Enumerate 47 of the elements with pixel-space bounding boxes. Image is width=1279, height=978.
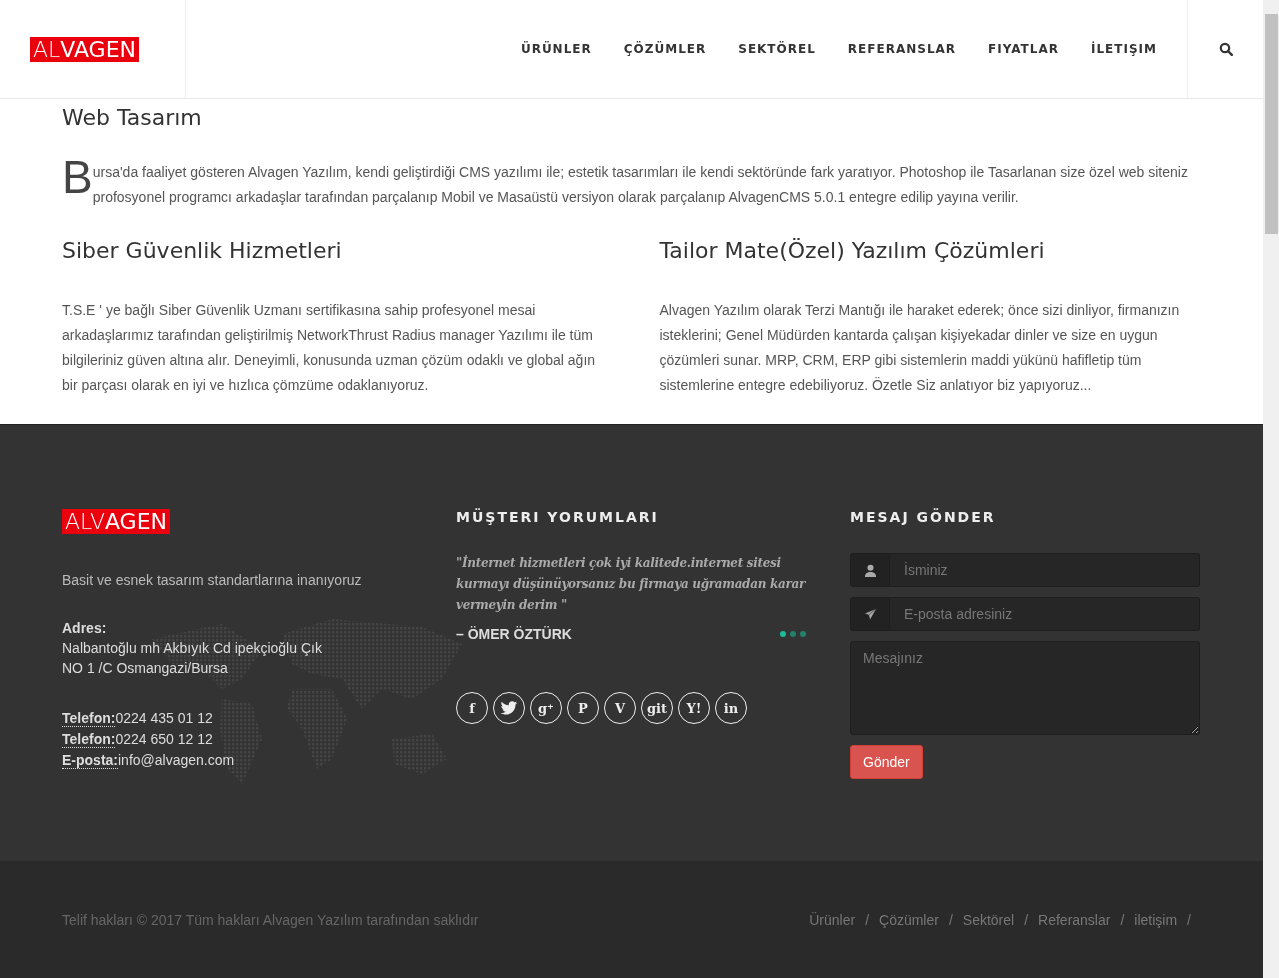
section-title: Web Tasarım: [62, 105, 203, 130]
carousel-dot[interactable]: [790, 631, 796, 637]
separator: /: [865, 911, 869, 928]
copyright-text: Telif hakları © 2017 Tüm hakları Alvagen Yazılım tarafından saklıdır: [62, 911, 479, 928]
feature-title: Siber Güvenlik Hizmetleri: [62, 238, 343, 263]
search-icon[interactable]: [1218, 42, 1233, 56]
contact-label: E-posta:: [62, 752, 118, 769]
contact-label: Telefon:: [62, 731, 116, 748]
person-icon: [863, 563, 877, 577]
address-line: NO 1 /C Osmangazi/Bursa: [62, 659, 229, 678]
carousel-dot[interactable]: [780, 631, 786, 637]
contact-value: info@alvagen.com: [118, 752, 235, 768]
intro-paragraph: ursa'da faaliyet gösteren Alvagen Yazılım, kendi geliştirdiği CMS yazılımı ile; estetik tasarımları ile kendi sektöründe fark yaratıyor. Photoshop ile Tasarlanan size özel web siteniz profosyonel programcı arkadaşlar tarafından parçalanıp Mobil ve Masaüstü versiyon olarak parçalanıp AlvagenCMS 5.0.1 entegre edilip yayına verilir.: [92, 164, 1189, 207]
alvagen-logo[interactable]: ALVAGEN: [30, 36, 140, 62]
separator: /: [1120, 911, 1125, 928]
nav-link[interactable]: FIYATLAR: [988, 42, 1059, 56]
form-heading: MESAJ GÖNDER: [850, 509, 997, 525]
contact-label: Telefon:: [62, 710, 116, 727]
feature-paragraph: Alvagen Yazılım olarak Terzi Mantığı ile haraket ederek; önce sizi dinliyor, firmanızın isteklerini; Genel Müdürden kantarda çalışan kişiyekadar dinler ve size en uygun çözümleri sunar. MRP, CRM, ERP gibi sistemlerin maddi yükünü hafifletip tüm sistemlerine entegre edebiliyoruz. Özetle Siz anlatıyor biz yapıyoruz...: [659, 301, 1181, 395]
carousel-dot[interactable]: [800, 631, 806, 637]
send-button[interactable]: Gönder: [850, 745, 923, 779]
separator: /: [1187, 911, 1191, 928]
scrollbar[interactable]: [1263, 0, 1279, 978]
testimonial-quote: "İnternet hizmetleri çok iyi kalitede.internet sitesi kurmayı düşünüyorsanız bu firmaya uğramadan karar vermeyin derim ": [456, 554, 806, 614]
nav-link[interactable]: ÜRÜNLER: [520, 42, 592, 56]
contact-value: 0224 650 12 12: [115, 731, 213, 747]
nav-link[interactable]: REFERANSLAR: [847, 42, 957, 56]
separator: /: [948, 911, 953, 928]
dropcap-letter: B: [62, 154, 93, 200]
scrollbar-thumb[interactable]: [1265, 14, 1278, 234]
alvagen-logo: ALVAGEN: [62, 509, 171, 534]
address-line: Nalbantoğlu mh Akbıyık Cd ipekçioğlu Çık: [62, 639, 323, 658]
contact-value: 0224 435 01 12: [115, 710, 213, 726]
paper-plane-icon: [863, 607, 877, 621]
feature-title: Tailor Mate(Özel) Yazılım Çözümleri: [659, 238, 1046, 263]
nav-link[interactable]: İLETIŞIM: [1091, 42, 1157, 56]
tagline: Basit ve esnek tasarım standartlarına inanıyoruz: [62, 572, 363, 588]
name-field[interactable]: İsminiz: [890, 553, 1200, 587]
nav-link[interactable]: SEKTÖREL: [738, 42, 816, 56]
testimonial-author: – ÖMER ÖZTÜRK: [456, 626, 572, 642]
testimonials-heading: MÜŞTERI YORUMLARI: [456, 509, 660, 525]
message-field[interactable]: Mesajınız: [850, 641, 1200, 735]
nav-link[interactable]: ÇÖZÜMLER: [623, 42, 707, 56]
feature-paragraph: T.S.E ' ye bağlı Siber Güvenlik Uzmanı sertifikasına sahip profesyonel mesai arkadaşlarımız tarafından geliştirilmiş NetworkThrust Radius manager Yazılımı ile tüm bilgileriniz güven altına alır. Deneyimli, konusunda uzman çözüm odaklı ve global ağın bir parçası olarak en iyi ve hızlıca çömzüme odaklanıyoruz.: [62, 301, 597, 395]
address-label: Adres:: [62, 619, 108, 638]
separator: /: [1024, 911, 1029, 928]
email-field[interactable]: E-posta adresiniz: [890, 597, 1200, 631]
